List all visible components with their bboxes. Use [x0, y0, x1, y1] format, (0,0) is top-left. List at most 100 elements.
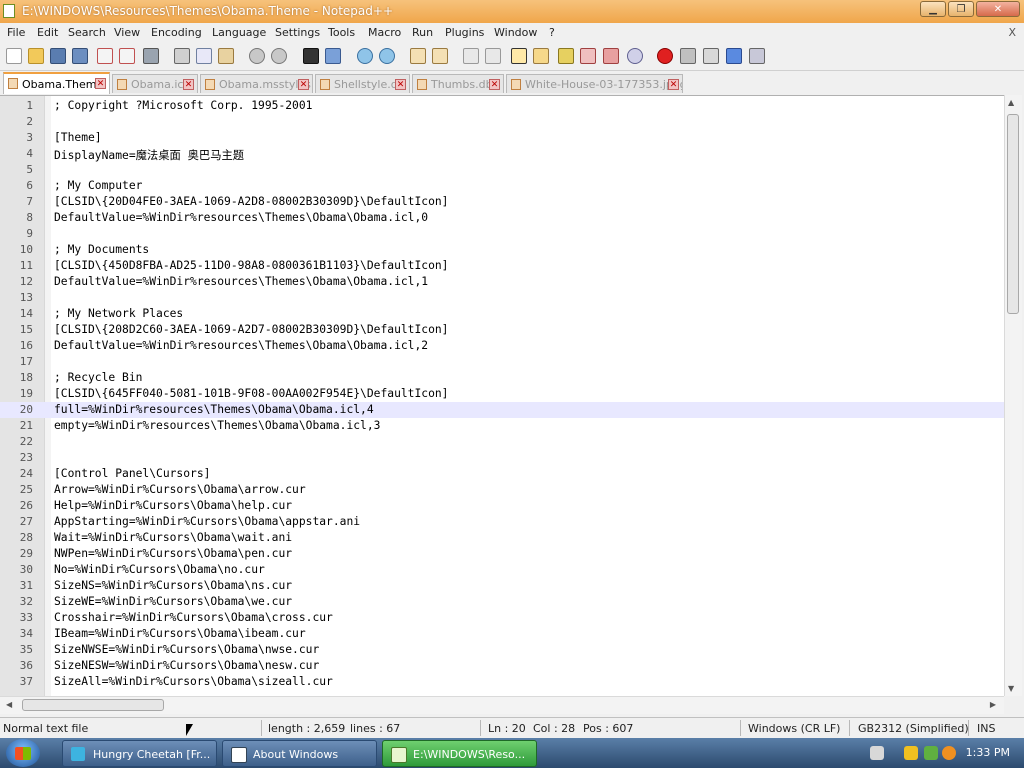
code-line[interactable]: 11 [CLSID\{450D8FBA-AD25-11D0-98A8-080036… [0, 258, 1004, 274]
cut-icon[interactable] [174, 48, 190, 64]
find-icon[interactable] [303, 48, 319, 64]
record-macro-icon[interactable] [657, 48, 673, 64]
code-line[interactable]: 37 SizeAll=%WinDir%Cursors\Obama\sizeall.… [0, 674, 1004, 690]
stop-macro-icon[interactable] [680, 48, 696, 64]
title-bar[interactable]: E:\WINDOWS\Resources\Themes\Obama.Theme … [0, 0, 1024, 24]
code-line[interactable]: 20 full=%WinDir%resources\Themes\Obama\Ob… [0, 402, 1004, 418]
save-macro-icon[interactable] [749, 48, 765, 64]
code-line[interactable]: 3 [Theme] [0, 130, 1004, 146]
code-line[interactable]: 25 Arrow=%WinDir%Cursors\Obama\arrow.cur [0, 482, 1004, 498]
tab-white-house-jpeg[interactable]: White-House-03-177353.jpeg ✕ [506, 74, 683, 93]
code-line[interactable]: 30 No=%WinDir%Cursors\Obama\no.cur [0, 562, 1004, 578]
tab-obama-icl[interactable]: Obama.icl ✕ [112, 74, 198, 93]
open-file-icon[interactable] [28, 48, 44, 64]
code-line[interactable]: 24 [Control Panel\Cursors] [0, 466, 1004, 482]
code-line[interactable]: 16 DefaultValue=%WinDir%resources\Themes\… [0, 338, 1004, 354]
tab-close-icon[interactable]: ✕ [183, 79, 194, 90]
maximize-button[interactable]: ❐ [948, 1, 974, 17]
tab-close-icon[interactable]: ✕ [668, 79, 679, 90]
tab-thumbs-db[interactable]: Thumbs.db ✕ [412, 74, 504, 93]
run-macro-multiple-icon[interactable] [726, 48, 742, 64]
scroll-right-icon[interactable]: ▶ [990, 700, 996, 709]
zoom-in-icon[interactable] [357, 48, 373, 64]
copy-icon[interactable] [196, 48, 212, 64]
menu-encoding[interactable]: Encoding [151, 26, 202, 39]
keyboard-icon[interactable] [870, 746, 884, 760]
vertical-scrollbar[interactable]: ▲ ▼ [1004, 95, 1022, 696]
zoom-out-icon[interactable] [379, 48, 395, 64]
tab-close-icon[interactable]: ✕ [298, 79, 309, 90]
notepad-app-icon[interactable] [3, 4, 15, 18]
menu-window[interactable]: Window [494, 26, 537, 39]
security-shield-icon[interactable] [904, 746, 918, 760]
clock[interactable]: 1:33 PM [966, 746, 1010, 759]
scroll-left-icon[interactable]: ◀ [6, 700, 12, 709]
code-line[interactable]: 9 [0, 226, 1004, 242]
menu-view[interactable]: View [114, 26, 140, 39]
code-line[interactable]: 26 Help=%WinDir%Cursors\Obama\help.cur [0, 498, 1004, 514]
code-line[interactable]: 12 DefaultValue=%WinDir%resources\Themes\… [0, 274, 1004, 290]
text-editor[interactable]: 1 ; Copyright ?Microsoft Corp. 1995-2001 2… [0, 95, 1004, 697]
tab-obama-theme[interactable]: Obama.Theme ✕ [3, 72, 110, 94]
monitoring-icon[interactable] [627, 48, 643, 64]
scroll-down-icon[interactable]: ▼ [1008, 684, 1014, 693]
folder-workspace-icon[interactable] [603, 48, 619, 64]
taskbar-item-about-windows[interactable]: About Windows [222, 740, 377, 767]
code-line[interactable]: 2 [0, 114, 1004, 130]
menu-tools[interactable]: Tools [328, 26, 355, 39]
code-line[interactable]: 15 [CLSID\{208D2C60-3AEA-1069-A2D7-08002B… [0, 322, 1004, 338]
tab-shellstyle-dll[interactable]: Shellstyle.dll ✕ [315, 74, 410, 93]
network-icon[interactable] [924, 746, 938, 760]
taskbar-item-hungry-cheetah[interactable]: Hungry Cheetah [Fr... [62, 740, 217, 767]
minimize-button[interactable]: ▁ [920, 1, 946, 17]
indent-guide-icon[interactable] [511, 48, 527, 64]
document-close-icon[interactable]: X [1008, 26, 1016, 39]
code-line[interactable]: 10 ; My Documents [0, 242, 1004, 258]
code-line[interactable]: 18 ; Recycle Bin [0, 370, 1004, 386]
code-line[interactable]: 21 empty=%WinDir%resources\Themes\Obama\O… [0, 418, 1004, 434]
horizontal-scroll-thumb[interactable] [22, 699, 164, 711]
menu-macro[interactable]: Macro [368, 26, 401, 39]
sync-vertical-icon[interactable] [410, 48, 426, 64]
save-all-icon[interactable] [72, 48, 88, 64]
close-all-icon[interactable] [119, 48, 135, 64]
vertical-scroll-thumb[interactable] [1007, 114, 1019, 314]
code-line[interactable]: 4 DisplayName=魔法桌面 奥巴马主题 [0, 146, 1004, 162]
replace-icon[interactable] [325, 48, 341, 64]
code-line[interactable]: 7 [CLSID\{20D04FE0-3AEA-1069-A2D8-08002B3… [0, 194, 1004, 210]
code-line[interactable]: 27 AppStarting=%WinDir%Cursors\Obama\apps… [0, 514, 1004, 530]
horizontal-scrollbar[interactable]: ◀ ▶ [0, 696, 1004, 714]
redo-icon[interactable] [271, 48, 287, 64]
menu-language[interactable]: Language [212, 26, 266, 39]
code-line[interactable]: 8 DefaultValue=%WinDir%resources\Themes\O… [0, 210, 1004, 226]
code-line[interactable]: 34 IBeam=%WinDir%Cursors\Obama\ibeam.cur [0, 626, 1004, 642]
code-line[interactable]: 5 [0, 162, 1004, 178]
code-line[interactable]: 23 [0, 450, 1004, 466]
menu-edit[interactable]: Edit [37, 26, 58, 39]
taskbar-item-notepad[interactable]: E:\WINDOWS\Reso... [382, 740, 537, 767]
code-line[interactable]: 29 NWPen=%WinDir%Cursors\Obama\pen.cur [0, 546, 1004, 562]
menu-settings[interactable]: Settings [275, 26, 320, 39]
sync-horizontal-icon[interactable] [432, 48, 448, 64]
code-line[interactable]: 13 [0, 290, 1004, 306]
new-file-icon[interactable] [6, 48, 22, 64]
close-button[interactable]: ✕ [976, 1, 1020, 17]
paste-icon[interactable] [218, 48, 234, 64]
code-line[interactable]: 6 ; My Computer [0, 178, 1004, 194]
code-line[interactable]: 14 ; My Network Places [0, 306, 1004, 322]
menu-run[interactable]: Run [412, 26, 433, 39]
undo-icon[interactable] [249, 48, 265, 64]
start-button[interactable] [6, 739, 40, 767]
menu-search[interactable]: Search [68, 26, 106, 39]
close-file-icon[interactable] [97, 48, 113, 64]
tab-obama-msstyles[interactable]: Obama.msstyles ✕ [200, 74, 313, 93]
code-line[interactable]: 31 SizeNS=%WinDir%Cursors\Obama\ns.cur [0, 578, 1004, 594]
save-icon[interactable] [50, 48, 66, 64]
user-lang-icon[interactable] [533, 48, 549, 64]
tab-close-icon[interactable]: ✕ [395, 79, 406, 90]
code-line[interactable]: 28 Wait=%WinDir%Cursors\Obama\wait.ani [0, 530, 1004, 546]
code-line[interactable]: 36 SizeNESW=%WinDir%Cursors\Obama\nesw.cu… [0, 658, 1004, 674]
show-all-chars-icon[interactable] [485, 48, 501, 64]
code-line[interactable]: 32 SizeWE=%WinDir%Cursors\Obama\we.cur [0, 594, 1004, 610]
doc-map-icon[interactable] [558, 48, 574, 64]
